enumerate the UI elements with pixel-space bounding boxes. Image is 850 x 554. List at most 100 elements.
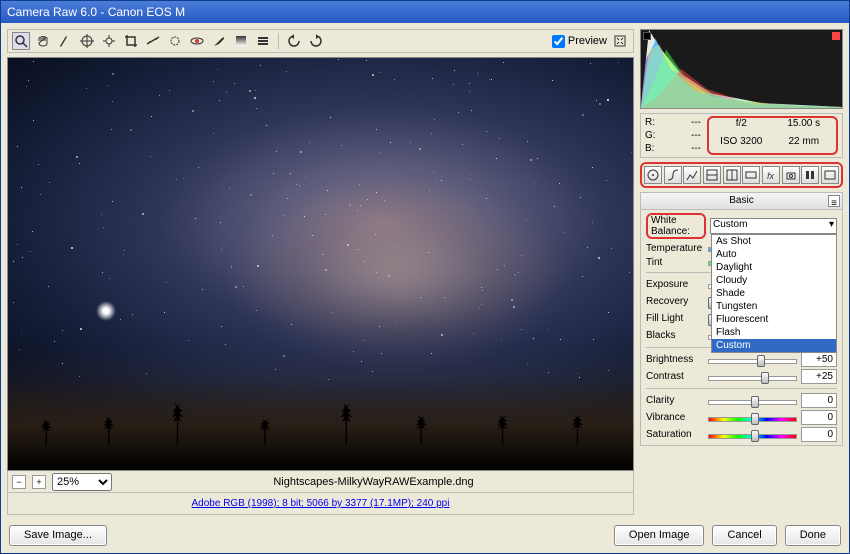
white-balance-row: White Balance: Custom ▾ As ShotAutoDayli… bbox=[646, 213, 837, 239]
preferences-tool-icon[interactable] bbox=[254, 32, 272, 50]
slider-label: Vibrance bbox=[646, 412, 704, 423]
svg-text:fx: fx bbox=[767, 171, 775, 181]
straighten-tool-icon[interactable] bbox=[144, 32, 162, 50]
slider-label: Contrast bbox=[646, 371, 704, 382]
spot-removal-tool-icon[interactable] bbox=[166, 32, 184, 50]
dropdown-arrow-icon: ▾ bbox=[829, 219, 834, 230]
wb-option[interactable]: Cloudy bbox=[712, 274, 836, 287]
image-preview[interactable] bbox=[7, 57, 634, 471]
histogram[interactable] bbox=[640, 29, 843, 109]
tab-detail-icon[interactable] bbox=[683, 166, 701, 184]
red-eye-tool-icon[interactable] bbox=[188, 32, 206, 50]
done-button[interactable]: Done bbox=[785, 525, 841, 546]
slider-label: Clarity bbox=[646, 395, 704, 406]
preview-checkbox[interactable] bbox=[552, 35, 565, 48]
graduated-filter-tool-icon[interactable] bbox=[232, 32, 250, 50]
tab-split-toning-icon[interactable] bbox=[723, 166, 741, 184]
slider-value[interactable]: 0 bbox=[801, 410, 837, 425]
slider-value[interactable]: 0 bbox=[801, 393, 837, 408]
slider-track[interactable] bbox=[708, 429, 797, 441]
wb-option[interactable]: Flash bbox=[712, 326, 836, 339]
left-column: Preview − + 25% Nightscapes-MilkyWayRAWE… bbox=[7, 29, 634, 515]
slider-track[interactable] bbox=[708, 371, 797, 383]
slider-label: Blacks bbox=[646, 330, 704, 341]
window-title: Camera Raw 6.0 - Canon EOS M bbox=[7, 5, 185, 19]
wb-option[interactable]: Auto bbox=[712, 248, 836, 261]
hand-tool-icon[interactable] bbox=[34, 32, 52, 50]
slider-track[interactable] bbox=[708, 354, 797, 366]
slider-track[interactable] bbox=[708, 412, 797, 424]
panel-menu-icon[interactable]: ≡ bbox=[828, 195, 840, 207]
aperture-value: f/2 bbox=[715, 118, 768, 136]
focal-value: 22 mm bbox=[778, 136, 831, 154]
tab-camera-calibration-icon[interactable] bbox=[782, 166, 800, 184]
slider-value[interactable]: +25 bbox=[801, 369, 837, 384]
slider-saturation: Saturation 0 bbox=[646, 427, 837, 442]
panel-header: Basic ≡ bbox=[640, 192, 843, 210]
iso-value: ISO 3200 bbox=[715, 136, 768, 154]
crop-tool-icon[interactable] bbox=[122, 32, 140, 50]
wb-option[interactable]: Daylight bbox=[712, 261, 836, 274]
targeted-adjustment-tool-icon[interactable] bbox=[100, 32, 118, 50]
open-image-button[interactable]: Open Image bbox=[614, 525, 705, 546]
camera-raw-window: Camera Raw 6.0 - Canon EOS M bbox=[0, 0, 850, 554]
wb-option[interactable]: Tungsten bbox=[712, 300, 836, 313]
tab-basic-icon[interactable] bbox=[644, 166, 662, 184]
b-label: B: bbox=[645, 142, 659, 155]
slider-label: Recovery bbox=[646, 296, 704, 307]
title-bar: Camera Raw 6.0 - Canon EOS M bbox=[1, 1, 849, 23]
white-balance-tool-icon[interactable] bbox=[56, 32, 74, 50]
white-balance-dropdown: As ShotAutoDaylightCloudyShadeTungstenFl… bbox=[711, 234, 837, 353]
wb-option[interactable]: Fluorescent bbox=[712, 313, 836, 326]
workflow-options-link[interactable]: Adobe RGB (1998); 8 bit; 5066 by 3377 (1… bbox=[12, 498, 629, 509]
shutter-value: 15.00 s bbox=[778, 118, 831, 136]
tab-snapshots-icon[interactable] bbox=[821, 166, 839, 184]
right-panel: R: G: B: --- --- --- f/2 15.00 s ISO 320… bbox=[640, 29, 843, 515]
tab-effects-icon[interactable]: fx bbox=[762, 166, 780, 184]
wb-option[interactable]: As Shot bbox=[712, 235, 836, 248]
slider-label: Temperature bbox=[646, 243, 704, 254]
tab-tone-curve-icon[interactable] bbox=[664, 166, 682, 184]
preview-checkbox-label[interactable]: Preview bbox=[552, 35, 607, 48]
slider-track[interactable] bbox=[708, 395, 797, 407]
filename-display: Nightscapes-MilkyWayRAWExample.dng bbox=[118, 476, 629, 488]
rotate-ccw-icon[interactable] bbox=[285, 32, 303, 50]
r-value: --- bbox=[659, 116, 701, 129]
wb-option[interactable]: Custom bbox=[712, 339, 836, 352]
slider-contrast: Contrast +25 bbox=[646, 369, 837, 384]
button-row: Save Image... Open Image Cancel Done bbox=[1, 521, 849, 553]
content-area: Preview − + 25% Nightscapes-MilkyWayRAWE… bbox=[1, 23, 849, 521]
save-image-button[interactable]: Save Image... bbox=[9, 525, 107, 546]
slider-value[interactable]: 0 bbox=[801, 427, 837, 442]
color-sampler-tool-icon[interactable] bbox=[78, 32, 96, 50]
highlight-clip-warning-icon[interactable] bbox=[832, 32, 840, 40]
tab-presets-icon[interactable] bbox=[801, 166, 819, 184]
zoom-out-button[interactable]: − bbox=[12, 475, 26, 489]
tab-strip-highlight: fx bbox=[640, 162, 843, 188]
slider-label: Brightness bbox=[646, 354, 704, 365]
r-label: R: bbox=[645, 116, 659, 129]
g-label: G: bbox=[645, 129, 659, 142]
slider-label: Exposure bbox=[646, 279, 704, 290]
slider-label: Saturation bbox=[646, 429, 704, 440]
slider-clarity: Clarity 0 bbox=[646, 393, 837, 408]
status-bar: Adobe RGB (1998); 8 bit; 5066 by 3377 (1… bbox=[7, 493, 634, 515]
white-balance-label: White Balance: bbox=[646, 213, 706, 239]
tab-lens-corrections-icon[interactable] bbox=[742, 166, 760, 184]
zoom-bar: − + 25% Nightscapes-MilkyWayRAWExample.d… bbox=[7, 471, 634, 493]
wb-option[interactable]: Shade bbox=[712, 287, 836, 300]
white-balance-select[interactable]: Custom ▾ As ShotAutoDaylightCloudyShadeT… bbox=[710, 218, 837, 234]
toolbar-separator bbox=[278, 33, 279, 49]
slider-value[interactable]: +50 bbox=[801, 352, 837, 367]
shadow-clip-warning-icon[interactable] bbox=[643, 32, 651, 40]
slider-vibrance: Vibrance 0 bbox=[646, 410, 837, 425]
zoom-tool-icon[interactable] bbox=[12, 32, 30, 50]
tab-hsl-icon[interactable] bbox=[703, 166, 721, 184]
zoom-select[interactable]: 25% bbox=[52, 473, 112, 491]
b-value: --- bbox=[659, 142, 701, 155]
adjustment-brush-tool-icon[interactable] bbox=[210, 32, 228, 50]
rotate-cw-icon[interactable] bbox=[307, 32, 325, 50]
fullscreen-icon[interactable] bbox=[611, 32, 629, 50]
cancel-button[interactable]: Cancel bbox=[712, 525, 776, 546]
zoom-in-button[interactable]: + bbox=[32, 475, 46, 489]
